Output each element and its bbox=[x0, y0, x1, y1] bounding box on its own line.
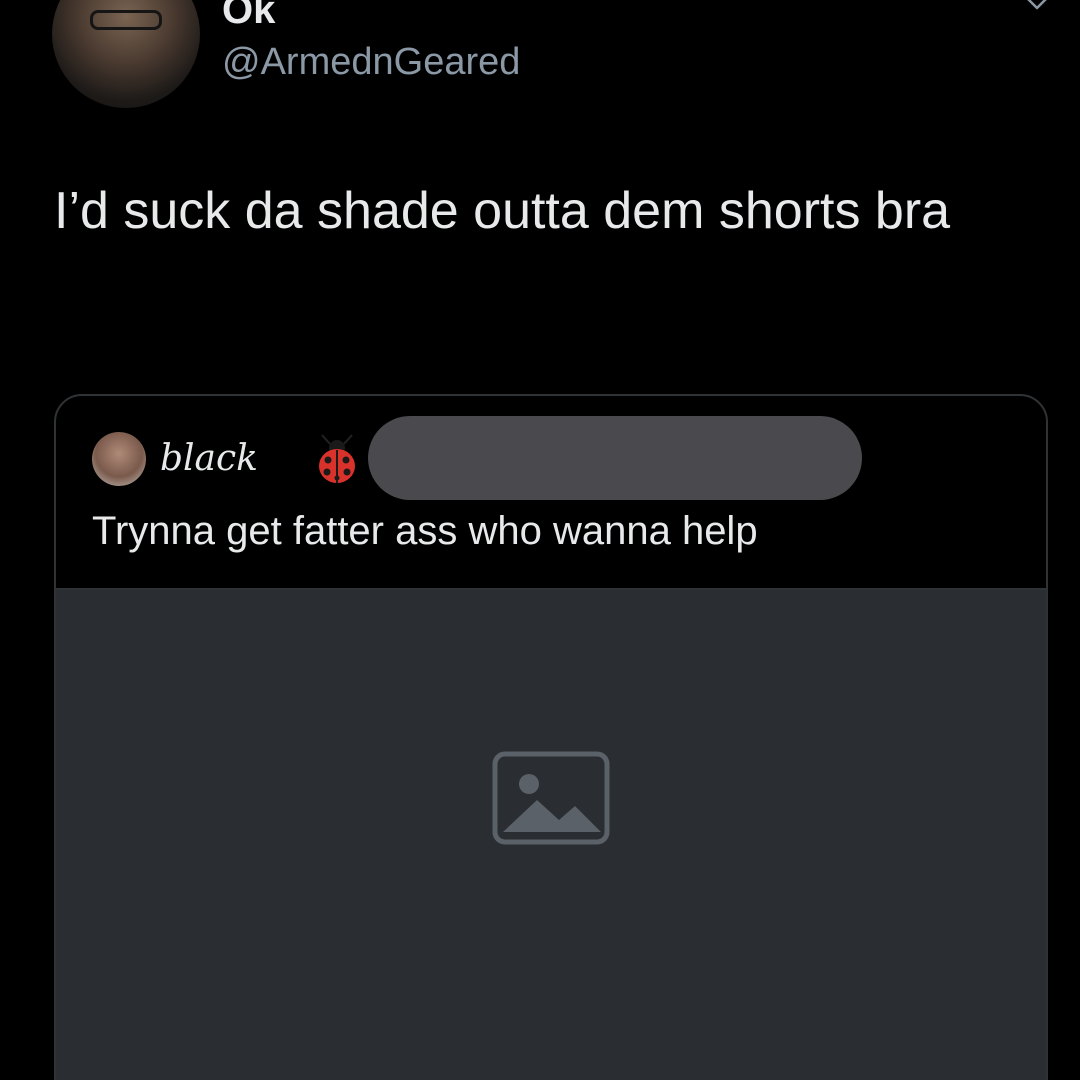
redacted-handle bbox=[368, 416, 862, 500]
quoted-tweet-media-placeholder[interactable] bbox=[56, 588, 1046, 1080]
avatar-glasses bbox=[90, 10, 162, 30]
quoted-tweet-card[interactable]: black Trynna get fatter ass who wanna he… bbox=[54, 394, 1048, 1080]
quoted-tweet-header: black Trynna get fatter ass who wanna he… bbox=[56, 396, 1046, 588]
image-placeholder-icon bbox=[492, 751, 610, 845]
tweet-text: I’d suck da shade outta dem shorts bra bbox=[54, 182, 951, 240]
quoted-tweet-text: Trynna get fatter ass who wanna help bbox=[92, 509, 758, 553]
ladybug-icon bbox=[319, 434, 355, 483]
author-handle[interactable]: @ArmednGeared bbox=[222, 38, 520, 86]
author-avatar[interactable] bbox=[52, 0, 200, 108]
quoted-author-display-name: black bbox=[160, 438, 258, 479]
author-display-name[interactable]: Ok bbox=[222, 0, 275, 34]
quoted-author-avatar bbox=[92, 432, 146, 486]
chevron-down-icon[interactable] bbox=[1024, 0, 1050, 16]
tweet-header: Ok @ArmednGeared bbox=[0, 0, 1080, 120]
